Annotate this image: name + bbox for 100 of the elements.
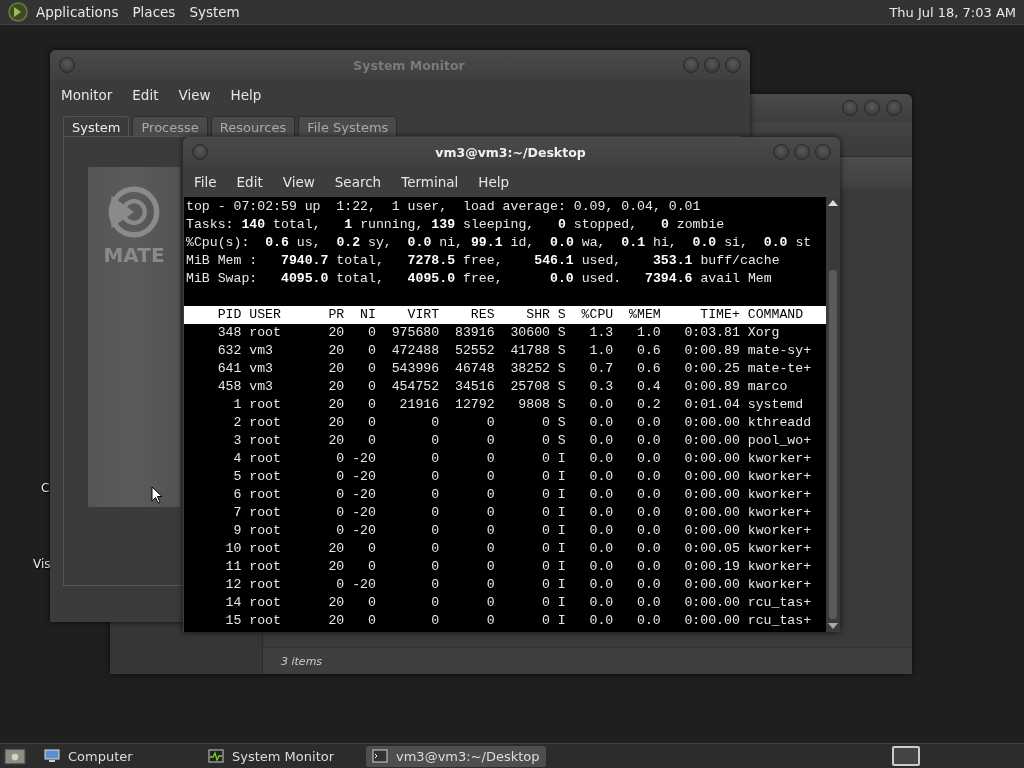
table-cell-text: 0 <box>430 432 440 450</box>
window-button[interactable] <box>59 57 75 73</box>
table-cell-text: 1.0 <box>588 342 614 360</box>
table-cell-text: 0.0 <box>588 486 614 504</box>
table-cell-text: -20 <box>351 504 376 522</box>
window-button[interactable] <box>842 100 858 116</box>
desktop-icon-label: C <box>41 481 50 495</box>
table-cell-text: 0 <box>366 558 376 576</box>
table-cell-text: 632 <box>216 342 242 360</box>
terminal-line: MiB Swap: 4095.0 total, 4095.0 free, 0.0 used. 7394.6 avail Mem <box>186 270 773 288</box>
table-cell-text: 0.0 <box>588 540 614 558</box>
scrollbar[interactable] <box>826 197 840 632</box>
window-button[interactable] <box>815 144 831 160</box>
menu-item[interactable]: File <box>194 174 217 190</box>
workspace-switcher[interactable] <box>892 746 920 766</box>
window-button[interactable] <box>794 144 810 160</box>
table-cell-text: 458 <box>216 378 242 396</box>
table-cell-text: 0.0 <box>588 396 614 414</box>
column-header: NI <box>359 306 376 324</box>
clock[interactable]: Thu Jul 18, 7:03 AM <box>889 4 1016 20</box>
window-title: vm3@vm3:~/Desktop <box>434 144 587 160</box>
table-cell-text: 0:00.89 <box>683 342 740 360</box>
scrollbar-thumb[interactable] <box>829 270 837 619</box>
menu-item[interactable]: Help <box>478 174 510 190</box>
table-cell-text: kworker+ <box>746 576 813 594</box>
table-cell-text: rcu_tas+ <box>746 594 813 612</box>
table-cell-text: 0.7 <box>588 360 614 378</box>
menu-item[interactable]: Help <box>230 87 262 103</box>
table-cell-text: 0 <box>430 450 440 468</box>
table-cell-text: 0.0 <box>588 450 614 468</box>
tab[interactable]: File Systems <box>298 116 398 137</box>
table-cell-text: 0 <box>430 594 440 612</box>
table-cell-text: S <box>556 414 566 432</box>
table-cell-text: 0.0 <box>588 576 614 594</box>
window-button[interactable] <box>704 57 720 73</box>
mate-logo-icon <box>107 185 161 239</box>
menu-item[interactable]: Edit <box>132 87 159 103</box>
menu-item[interactable]: View <box>178 87 211 103</box>
table-cell-text: 0.0 <box>588 468 614 486</box>
table-cell-text: 0 <box>335 450 345 468</box>
panel-menu[interactable]: System <box>187 4 242 20</box>
window-button[interactable] <box>864 100 880 116</box>
table-cell-text: 20 <box>327 414 345 432</box>
table-cell-text: 0:01.04 <box>683 396 740 414</box>
table-cell-text: kworker+ <box>746 468 813 486</box>
taskbar-button[interactable]: Computer <box>38 745 198 767</box>
mate-logo-icon[interactable] <box>8 2 28 22</box>
table-cell-text: S <box>556 360 566 378</box>
table-cell-text: root <box>248 486 282 504</box>
table-cell-text: 0 <box>541 576 550 594</box>
table-cell-text: 0 <box>366 342 376 360</box>
table-cell-text: -20 <box>351 522 376 540</box>
menu-item[interactable]: Terminal <box>401 174 459 190</box>
table-cell-text: 83916 <box>454 324 495 342</box>
tab[interactable]: System <box>63 116 130 137</box>
menu-item[interactable]: Search <box>334 174 382 190</box>
table-cell-text: 543996 <box>390 360 440 378</box>
tab[interactable]: Resources <box>210 116 296 137</box>
table-cell-text: 11 <box>224 558 242 576</box>
panel-menu[interactable]: Places <box>130 4 178 20</box>
table-cell-text: 0:00.19 <box>683 558 740 576</box>
scroll-down-icon[interactable] <box>828 623 838 629</box>
window-button[interactable] <box>773 144 789 160</box>
panel-menu[interactable]: Applications <box>34 4 121 20</box>
column-header: %MEM <box>628 306 661 324</box>
table-cell-text: vm3 <box>248 378 275 396</box>
table-cell-text: 454752 <box>390 378 440 396</box>
table-cell-text: 0.0 <box>588 612 614 630</box>
table-cell-text: 0 <box>430 504 440 522</box>
table-cell-text: I <box>556 486 566 504</box>
window-button[interactable] <box>725 57 741 73</box>
menu-item[interactable]: Monitor <box>61 87 113 103</box>
table-cell-text: 0:00.00 <box>683 612 740 630</box>
table-cell-text: 0 <box>335 468 345 486</box>
window-button[interactable] <box>192 144 208 160</box>
table-cell-text: 38252 <box>509 360 550 378</box>
taskbar-button[interactable]: vm3@vm3:~/Desktop <box>366 745 546 767</box>
window-button[interactable] <box>886 100 902 116</box>
computer-icon <box>44 748 60 764</box>
column-header: RES <box>469 306 495 324</box>
table-cell-text: 0:00.00 <box>683 594 740 612</box>
taskbar-button[interactable]: System Monitor <box>202 745 362 767</box>
window-button[interactable] <box>683 57 699 73</box>
table-cell-text: 0.0 <box>635 504 661 522</box>
table-cell-text: 1.3 <box>588 324 614 342</box>
table-cell-text: -20 <box>351 450 376 468</box>
table-cell-text: kworker+ <box>746 486 813 504</box>
scroll-up-icon[interactable] <box>828 200 838 206</box>
table-cell-text: kworker+ <box>746 450 813 468</box>
table-cell-text: S <box>556 324 566 342</box>
menu-item[interactable]: Edit <box>236 174 263 190</box>
table-cell-text: 12792 <box>454 396 495 414</box>
tab[interactable]: Processe <box>132 116 208 137</box>
menu-item[interactable]: View <box>282 174 315 190</box>
table-cell-text: 0 <box>366 324 376 342</box>
table-cell-text: 0 <box>485 522 495 540</box>
table-cell-text: root <box>248 414 282 432</box>
status-text: 3 items <box>281 654 323 668</box>
table-cell-text: I <box>556 504 566 522</box>
table-cell-text: -20 <box>351 576 376 594</box>
